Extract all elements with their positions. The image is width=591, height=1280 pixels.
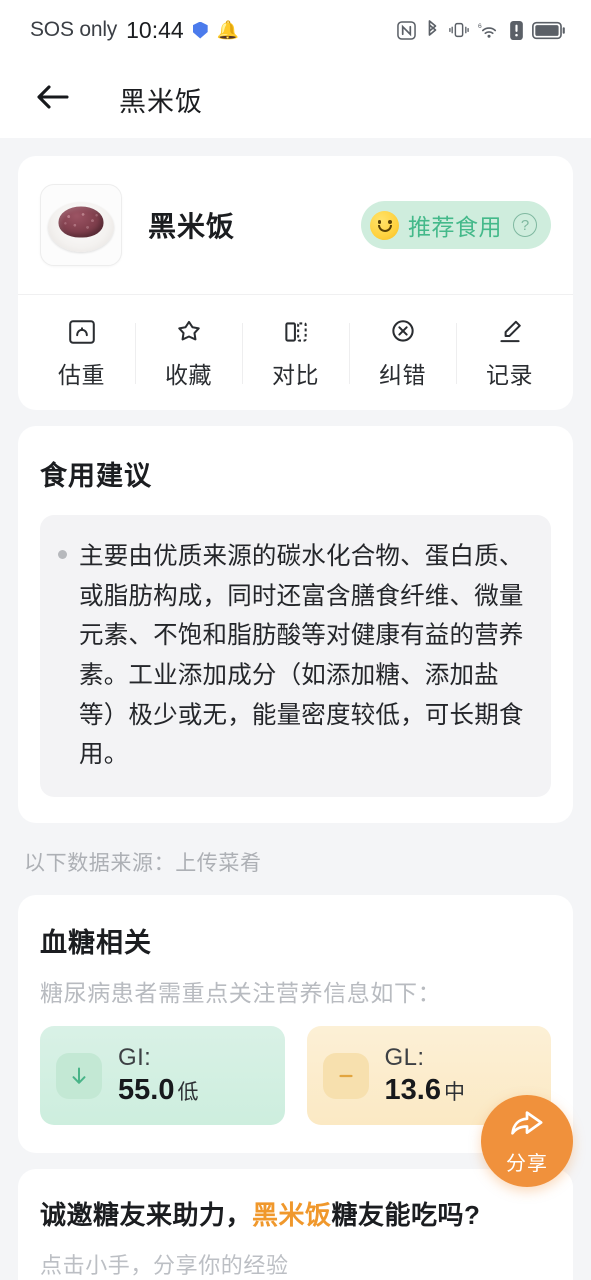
advice-card: 食用建议 主要由优质来源的碳水化合物、蛋白质、或脂肪构成，同时还富含膳食纤维、微… bbox=[18, 426, 573, 824]
action-label: 对比 bbox=[272, 362, 319, 388]
action-compare[interactable]: 对比 bbox=[242, 317, 349, 390]
wifi6-icon: 6 bbox=[478, 20, 501, 40]
minus-icon bbox=[322, 1052, 369, 1099]
nfc-icon bbox=[397, 20, 416, 40]
black-rice-shape bbox=[58, 206, 104, 238]
advice-text: 主要由优质来源的碳水化合物、蛋白质、或脂肪构成，同时还富含膳食纤维、微量元素、不… bbox=[79, 543, 524, 769]
question-circle-icon[interactable]: ? bbox=[513, 213, 537, 237]
star-icon bbox=[174, 317, 204, 347]
status-bar: SOS only 10:44 🔔 6 bbox=[0, 0, 591, 60]
scale-icon bbox=[67, 317, 97, 347]
page-title: 黑米饭 bbox=[119, 86, 203, 117]
smiley-icon bbox=[370, 210, 399, 240]
share-fab-label: 分享 bbox=[506, 1152, 548, 1175]
app-screen: SOS only 10:44 🔔 6 黑米饭 黑米饭 推荐食用 ? 估重 收藏 … bbox=[0, 0, 591, 1280]
action-label: 收藏 bbox=[165, 362, 212, 388]
action-label: 估重 bbox=[58, 362, 105, 388]
advice-title: 食用建议 bbox=[40, 461, 152, 491]
action-record[interactable]: 记录 bbox=[456, 317, 563, 390]
status-bar-left: SOS only 10:44 🔔 bbox=[30, 17, 239, 44]
action-favorite[interactable]: 收藏 bbox=[135, 317, 242, 390]
vibrate-icon bbox=[449, 20, 469, 40]
gl-tag: 中 bbox=[443, 1081, 465, 1105]
gl-value: 13.6 bbox=[384, 1074, 441, 1107]
compare-icon bbox=[281, 317, 311, 347]
edit-icon bbox=[495, 317, 525, 347]
action-row: 估重 收藏 对比 纠错 记录 bbox=[18, 295, 573, 410]
action-estimate-weight[interactable]: 估重 bbox=[28, 317, 135, 390]
gi-key: GI: bbox=[118, 1044, 152, 1072]
action-report-error[interactable]: 纠错 bbox=[349, 317, 456, 390]
battery-icon bbox=[532, 21, 565, 40]
share-fab[interactable]: 分享 bbox=[481, 1095, 573, 1187]
blood-sugar-metrics: GI: 55.0 低 GL: 13.6 中 bbox=[40, 1026, 551, 1126]
vote-card: 诚邀糖友来助力，黑米饭糖友能吃吗? 点击小手，分享你的经验 100.0% 0.0… bbox=[18, 1169, 573, 1280]
action-label: 纠错 bbox=[379, 362, 426, 388]
food-name: 黑米饭 bbox=[148, 211, 236, 242]
alert-icon bbox=[510, 20, 523, 40]
nav-bar: 黑米饭 bbox=[0, 60, 591, 138]
data-source-note: 以下数据来源：上传菜肴 bbox=[24, 852, 262, 876]
share-icon bbox=[507, 1107, 547, 1148]
bell-icon: 🔔 bbox=[216, 20, 240, 40]
status-bar-right: 6 bbox=[397, 20, 565, 40]
back-button[interactable] bbox=[30, 77, 74, 121]
arrow-down-icon bbox=[56, 1052, 102, 1099]
carrier-label: SOS only bbox=[30, 18, 118, 41]
gl-key: GL: bbox=[384, 1044, 425, 1072]
bullet-icon bbox=[58, 550, 67, 559]
vote-title: 诚邀糖友来助力，黑米饭糖友能吃吗? bbox=[40, 1195, 551, 1232]
advice-box: 主要由优质来源的碳水化合物、蛋白质、或脂肪构成，同时还富含膳食纤维、微量元素、不… bbox=[40, 515, 551, 798]
vote-title-prefix: 诚邀糖友来助力， bbox=[40, 1200, 253, 1231]
svg-text:6: 6 bbox=[478, 23, 482, 30]
arrow-left-icon bbox=[35, 83, 69, 116]
clock-label: 10:44 bbox=[126, 16, 184, 43]
shield-icon bbox=[192, 21, 208, 39]
food-summary-row: 黑米饭 推荐食用 ? bbox=[18, 156, 573, 294]
vote-title-suffix: 糖友能吃吗? bbox=[331, 1200, 481, 1231]
error-icon bbox=[388, 317, 418, 347]
action-label: 记录 bbox=[486, 362, 533, 388]
food-summary-card: 黑米饭 推荐食用 ? 估重 收藏 对比 纠错 记录 bbox=[18, 156, 573, 410]
blood-sugar-subtitle: 糖尿病患者需重点关注营养信息如下： bbox=[40, 980, 442, 1007]
bluetooth-icon bbox=[425, 20, 440, 40]
gi-value: 55.0 bbox=[118, 1074, 175, 1107]
vote-title-highlight: 黑米饭 bbox=[252, 1200, 332, 1231]
gi-tag: 低 bbox=[177, 1081, 199, 1105]
recommendation-badge[interactable]: 推荐食用 ? bbox=[361, 201, 551, 249]
food-thumbnail[interactable] bbox=[40, 184, 122, 266]
vote-subtitle: 点击小手，分享你的经验 bbox=[40, 1253, 289, 1279]
blood-sugar-title: 血糖相关 bbox=[40, 928, 152, 959]
recommendation-label: 推荐食用 bbox=[408, 214, 502, 240]
gi-metric[interactable]: GI: 55.0 低 bbox=[40, 1026, 285, 1126]
